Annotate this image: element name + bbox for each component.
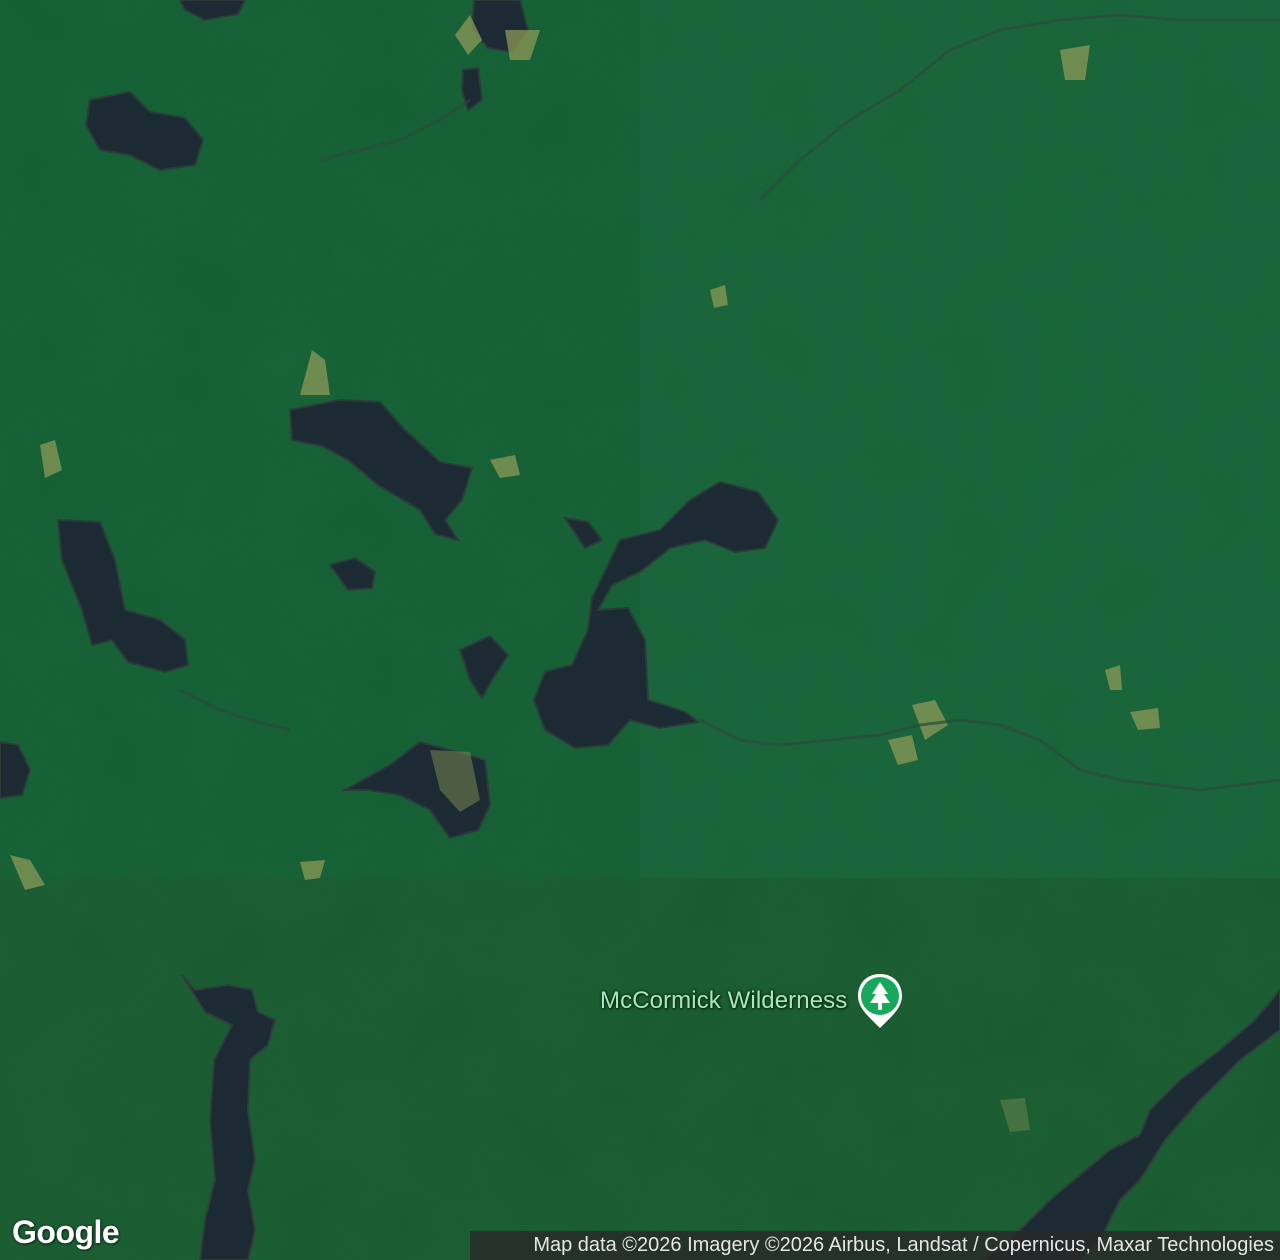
map-attribution[interactable]: Map data ©2026 Imagery ©2026 Airbus, Lan… [470,1231,1280,1260]
google-logo: Google [12,1214,120,1250]
poi-marker[interactable]: McCormick Wilderness [600,972,905,1030]
satellite-imagery [0,0,1280,1260]
poi-label[interactable]: McCormick Wilderness [600,987,847,1015]
satellite-map[interactable]: McCormick Wilderness Google Map data ©20… [0,0,1280,1260]
attribution-text: Map data ©2026 Imagery ©2026 Airbus, Lan… [533,1234,1274,1256]
tree-park-pin-icon[interactable] [855,972,905,1030]
